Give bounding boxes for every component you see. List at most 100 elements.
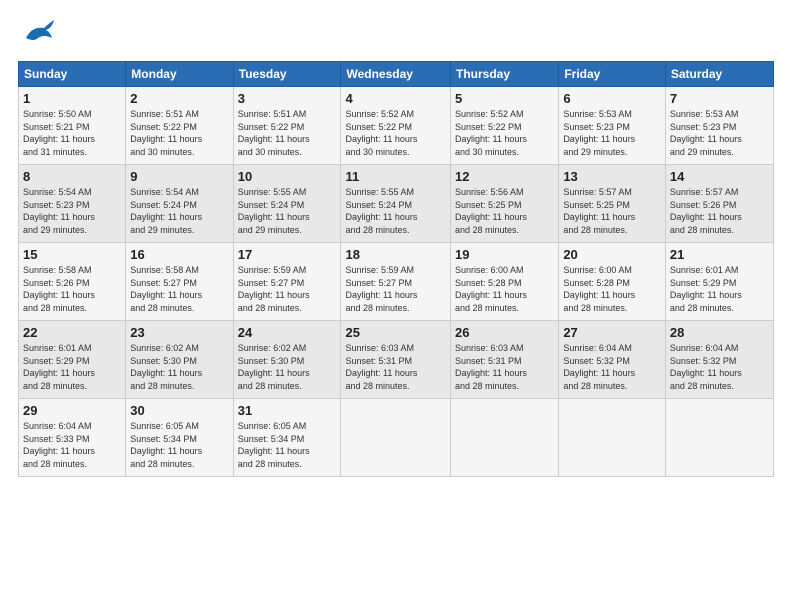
- calendar-cell: 1 Sunrise: 5:50 AMSunset: 5:21 PMDayligh…: [19, 87, 126, 165]
- day-info: Sunrise: 5:54 AMSunset: 5:24 PMDaylight:…: [130, 187, 202, 235]
- day-number: 31: [238, 403, 337, 418]
- day-info: Sunrise: 5:58 AMSunset: 5:26 PMDaylight:…: [23, 265, 95, 313]
- header-row: SundayMondayTuesdayWednesdayThursdayFrid…: [19, 62, 774, 87]
- day-number: 11: [345, 169, 446, 184]
- calendar-cell: 20 Sunrise: 6:00 AMSunset: 5:28 PMDaylig…: [559, 243, 666, 321]
- weekday-header-saturday: Saturday: [665, 62, 773, 87]
- day-info: Sunrise: 5:59 AMSunset: 5:27 PMDaylight:…: [238, 265, 310, 313]
- day-info: Sunrise: 5:50 AMSunset: 5:21 PMDaylight:…: [23, 109, 95, 157]
- calendar-cell: 22 Sunrise: 6:01 AMSunset: 5:29 PMDaylig…: [19, 321, 126, 399]
- day-number: 21: [670, 247, 769, 262]
- day-info: Sunrise: 6:05 AMSunset: 5:34 PMDaylight:…: [238, 421, 310, 469]
- day-number: 13: [563, 169, 661, 184]
- day-number: 12: [455, 169, 554, 184]
- calendar-week-2: 8 Sunrise: 5:54 AMSunset: 5:23 PMDayligh…: [19, 165, 774, 243]
- calendar-cell: 26 Sunrise: 6:03 AMSunset: 5:31 PMDaylig…: [451, 321, 559, 399]
- day-number: 27: [563, 325, 661, 340]
- day-number: 4: [345, 91, 446, 106]
- day-info: Sunrise: 6:05 AMSunset: 5:34 PMDaylight:…: [130, 421, 202, 469]
- day-number: 28: [670, 325, 769, 340]
- day-info: Sunrise: 5:53 AMSunset: 5:23 PMDaylight:…: [563, 109, 635, 157]
- calendar-week-4: 22 Sunrise: 6:01 AMSunset: 5:29 PMDaylig…: [19, 321, 774, 399]
- calendar-cell: 13 Sunrise: 5:57 AMSunset: 5:25 PMDaylig…: [559, 165, 666, 243]
- calendar-cell: 15 Sunrise: 5:58 AMSunset: 5:26 PMDaylig…: [19, 243, 126, 321]
- weekday-header-sunday: Sunday: [19, 62, 126, 87]
- calendar-cell: 10 Sunrise: 5:55 AMSunset: 5:24 PMDaylig…: [233, 165, 341, 243]
- day-info: Sunrise: 6:01 AMSunset: 5:29 PMDaylight:…: [670, 265, 742, 313]
- day-number: 7: [670, 91, 769, 106]
- calendar-cell: 18 Sunrise: 5:59 AMSunset: 5:27 PMDaylig…: [341, 243, 451, 321]
- day-info: Sunrise: 6:02 AMSunset: 5:30 PMDaylight:…: [130, 343, 202, 391]
- calendar-cell: 19 Sunrise: 6:00 AMSunset: 5:28 PMDaylig…: [451, 243, 559, 321]
- day-info: Sunrise: 5:57 AMSunset: 5:25 PMDaylight:…: [563, 187, 635, 235]
- calendar-cell: 16 Sunrise: 5:58 AMSunset: 5:27 PMDaylig…: [126, 243, 233, 321]
- day-number: 24: [238, 325, 337, 340]
- day-number: 3: [238, 91, 337, 106]
- day-number: 25: [345, 325, 446, 340]
- logo-bird-icon: [24, 18, 56, 53]
- calendar-cell: 27 Sunrise: 6:04 AMSunset: 5:32 PMDaylig…: [559, 321, 666, 399]
- day-number: 8: [23, 169, 121, 184]
- calendar-cell: 28 Sunrise: 6:04 AMSunset: 5:32 PMDaylig…: [665, 321, 773, 399]
- calendar-cell: 11 Sunrise: 5:55 AMSunset: 5:24 PMDaylig…: [341, 165, 451, 243]
- day-number: 17: [238, 247, 337, 262]
- day-number: 26: [455, 325, 554, 340]
- calendar-cell: 21 Sunrise: 6:01 AMSunset: 5:29 PMDaylig…: [665, 243, 773, 321]
- day-info: Sunrise: 6:02 AMSunset: 5:30 PMDaylight:…: [238, 343, 310, 391]
- day-info: Sunrise: 6:04 AMSunset: 5:33 PMDaylight:…: [23, 421, 95, 469]
- weekday-header-monday: Monday: [126, 62, 233, 87]
- day-info: Sunrise: 6:04 AMSunset: 5:32 PMDaylight:…: [670, 343, 742, 391]
- calendar-week-3: 15 Sunrise: 5:58 AMSunset: 5:26 PMDaylig…: [19, 243, 774, 321]
- calendar-cell: [341, 399, 451, 477]
- day-number: 2: [130, 91, 228, 106]
- day-info: Sunrise: 5:57 AMSunset: 5:26 PMDaylight:…: [670, 187, 742, 235]
- calendar-cell: 5 Sunrise: 5:52 AMSunset: 5:22 PMDayligh…: [451, 87, 559, 165]
- day-info: Sunrise: 5:52 AMSunset: 5:22 PMDaylight:…: [455, 109, 527, 157]
- calendar-cell: 14 Sunrise: 5:57 AMSunset: 5:26 PMDaylig…: [665, 165, 773, 243]
- weekday-header-friday: Friday: [559, 62, 666, 87]
- calendar-cell: 2 Sunrise: 5:51 AMSunset: 5:22 PMDayligh…: [126, 87, 233, 165]
- day-number: 14: [670, 169, 769, 184]
- day-info: Sunrise: 5:54 AMSunset: 5:23 PMDaylight:…: [23, 187, 95, 235]
- day-number: 22: [23, 325, 121, 340]
- day-number: 29: [23, 403, 121, 418]
- calendar-week-5: 29 Sunrise: 6:04 AMSunset: 5:33 PMDaylig…: [19, 399, 774, 477]
- day-info: Sunrise: 6:01 AMSunset: 5:29 PMDaylight:…: [23, 343, 95, 391]
- day-number: 10: [238, 169, 337, 184]
- weekday-header-tuesday: Tuesday: [233, 62, 341, 87]
- calendar-cell: 24 Sunrise: 6:02 AMSunset: 5:30 PMDaylig…: [233, 321, 341, 399]
- calendar-cell: 4 Sunrise: 5:52 AMSunset: 5:22 PMDayligh…: [341, 87, 451, 165]
- calendar-cell: 31 Sunrise: 6:05 AMSunset: 5:34 PMDaylig…: [233, 399, 341, 477]
- day-info: Sunrise: 6:04 AMSunset: 5:32 PMDaylight:…: [563, 343, 635, 391]
- day-info: Sunrise: 5:55 AMSunset: 5:24 PMDaylight:…: [345, 187, 417, 235]
- calendar-cell: 17 Sunrise: 5:59 AMSunset: 5:27 PMDaylig…: [233, 243, 341, 321]
- day-info: Sunrise: 5:56 AMSunset: 5:25 PMDaylight:…: [455, 187, 527, 235]
- day-info: Sunrise: 5:58 AMSunset: 5:27 PMDaylight:…: [130, 265, 202, 313]
- day-info: Sunrise: 5:55 AMSunset: 5:24 PMDaylight:…: [238, 187, 310, 235]
- calendar-cell: 30 Sunrise: 6:05 AMSunset: 5:34 PMDaylig…: [126, 399, 233, 477]
- calendar-table: SundayMondayTuesdayWednesdayThursdayFrid…: [18, 61, 774, 477]
- calendar-cell: 25 Sunrise: 6:03 AMSunset: 5:31 PMDaylig…: [341, 321, 451, 399]
- day-number: 9: [130, 169, 228, 184]
- day-number: 18: [345, 247, 446, 262]
- calendar-cell: 8 Sunrise: 5:54 AMSunset: 5:23 PMDayligh…: [19, 165, 126, 243]
- weekday-header-thursday: Thursday: [451, 62, 559, 87]
- day-number: 19: [455, 247, 554, 262]
- day-number: 16: [130, 247, 228, 262]
- day-info: Sunrise: 6:00 AMSunset: 5:28 PMDaylight:…: [563, 265, 635, 313]
- weekday-header-wednesday: Wednesday: [341, 62, 451, 87]
- page: SundayMondayTuesdayWednesdayThursdayFrid…: [0, 0, 792, 487]
- calendar-cell: 3 Sunrise: 5:51 AMSunset: 5:22 PMDayligh…: [233, 87, 341, 165]
- day-number: 20: [563, 247, 661, 262]
- day-info: Sunrise: 5:59 AMSunset: 5:27 PMDaylight:…: [345, 265, 417, 313]
- calendar-week-1: 1 Sunrise: 5:50 AMSunset: 5:21 PMDayligh…: [19, 87, 774, 165]
- day-info: Sunrise: 6:00 AMSunset: 5:28 PMDaylight:…: [455, 265, 527, 313]
- calendar-cell: [665, 399, 773, 477]
- day-info: Sunrise: 6:03 AMSunset: 5:31 PMDaylight:…: [345, 343, 417, 391]
- day-info: Sunrise: 6:03 AMSunset: 5:31 PMDaylight:…: [455, 343, 527, 391]
- header: [18, 18, 774, 53]
- day-number: 15: [23, 247, 121, 262]
- day-number: 6: [563, 91, 661, 106]
- day-info: Sunrise: 5:51 AMSunset: 5:22 PMDaylight:…: [130, 109, 202, 157]
- day-number: 30: [130, 403, 228, 418]
